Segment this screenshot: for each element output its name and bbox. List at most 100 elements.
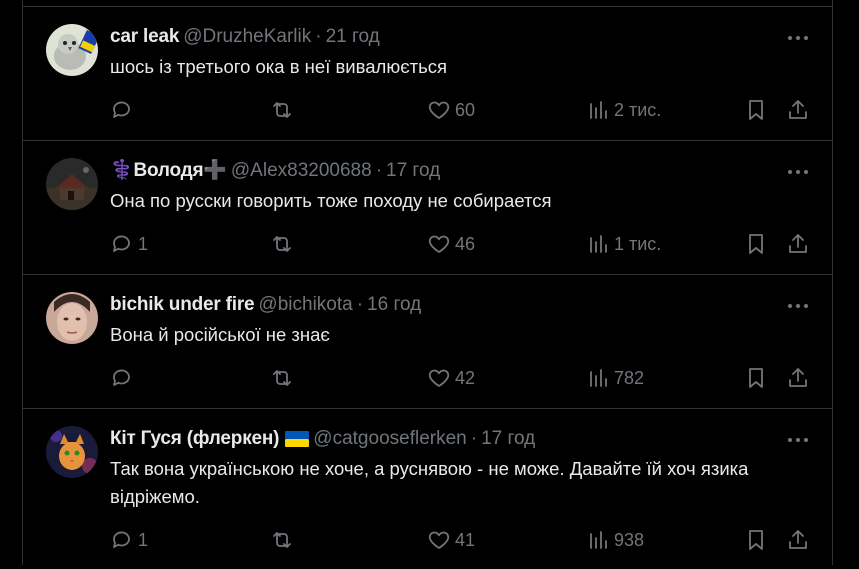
more-options-icon[interactable]	[785, 29, 811, 47]
post-header: ⚕️Володя➕ @Alex83200688 · 17 год	[110, 159, 440, 183]
repost-button[interactable]	[270, 366, 298, 390]
post[interactable]: Кіт Гуся (флеркен) @catgooseflerken · 17 го…	[23, 409, 832, 569]
bookmark-icon	[749, 234, 763, 254]
display-name[interactable]: ⚕️Володя➕	[110, 160, 227, 181]
view-count: 1 тис.	[614, 233, 662, 254]
repost-icon	[273, 102, 291, 118]
post-text: Она по русски говорить тоже походу не со…	[110, 190, 552, 211]
repost-icon	[273, 370, 291, 386]
like-button[interactable]: 41	[427, 528, 475, 552]
repost-icon	[273, 532, 291, 548]
more-options-icon[interactable]	[785, 163, 811, 181]
post[interactable]: car leak @DruzheKarlik · 21 год шось із тре…	[23, 7, 832, 141]
ukraine-flag-icon	[285, 430, 310, 447]
post[interactable]: ⚕️Володя➕ @Alex83200688 · 17 год Она по рус…	[23, 141, 832, 275]
user-handle[interactable]: @Alex83200688	[231, 160, 372, 181]
share-button[interactable]	[786, 232, 810, 256]
view-count: 938	[614, 529, 645, 550]
repost-button[interactable]	[270, 232, 298, 256]
views-button[interactable]: 782	[586, 366, 644, 390]
action-bar: 1 46 1 тис.	[110, 232, 810, 256]
bookmark-button[interactable]	[744, 98, 768, 122]
bookmark-button[interactable]	[744, 366, 768, 390]
like-count: 46	[455, 233, 476, 254]
bookmark-button[interactable]	[744, 232, 768, 256]
reply-button[interactable]: 1	[110, 528, 148, 552]
heart-icon	[428, 531, 450, 549]
reply-thread: car leak @DruzheKarlik · 21 год шось із тре…	[22, 0, 833, 565]
timestamp[interactable]: 17 год	[386, 160, 440, 181]
post-text: Вона й російської не знає	[110, 324, 330, 345]
views-button[interactable]: 2 тис.	[586, 98, 661, 122]
views-button[interactable]: 1 тис.	[586, 232, 661, 256]
share-button[interactable]	[786, 98, 810, 122]
heart-icon	[428, 101, 450, 119]
bookmark-icon	[749, 100, 763, 120]
reply-icon	[113, 369, 130, 386]
repost-icon	[273, 236, 291, 252]
display-name[interactable]: car leak	[110, 26, 179, 47]
reply-count: 1	[138, 233, 149, 254]
action-bar: 60 2 тис.	[110, 98, 810, 122]
post-text: Так вона українською не хоче, а руснявою…	[110, 458, 749, 507]
separator-dot: ·	[470, 428, 478, 449]
views-icon	[590, 101, 607, 119]
display-name[interactable]: bichik under fire	[110, 294, 255, 315]
view-count: 782	[614, 367, 645, 388]
reply-button[interactable]	[110, 366, 138, 390]
bookmark-icon	[749, 368, 763, 388]
timestamp[interactable]: 16 год	[367, 294, 421, 315]
views-icon	[590, 369, 607, 387]
separator-dot: ·	[315, 26, 322, 47]
views-icon	[590, 531, 607, 549]
bookmark-button[interactable]	[744, 528, 768, 552]
avatar[interactable]	[46, 292, 98, 344]
like-count: 42	[455, 367, 476, 388]
reply-button[interactable]	[110, 98, 138, 122]
display-name[interactable]: Кіт Гуся (флеркен)	[110, 428, 279, 449]
post[interactable]: bichik under fire @bichikota · 16 год Вона …	[23, 275, 832, 409]
more-options-icon[interactable]	[785, 297, 811, 315]
post-header: car leak @DruzheKarlik · 21 год	[110, 25, 380, 49]
separator-dot: ·	[375, 160, 383, 181]
action-bar: 42 782	[110, 366, 810, 390]
timestamp[interactable]: 21 год	[326, 26, 380, 47]
views-icon	[590, 235, 607, 253]
bookmark-icon	[749, 530, 763, 550]
post-header: bichik under fire @bichikota · 16 год	[110, 293, 421, 317]
repost-button[interactable]	[270, 98, 298, 122]
views-button[interactable]: 938	[586, 528, 644, 552]
repost-button[interactable]	[270, 528, 298, 552]
like-count: 60	[455, 99, 476, 120]
share-button[interactable]	[786, 366, 810, 390]
share-button[interactable]	[786, 528, 810, 552]
share-icon	[789, 234, 807, 253]
post-text: шось із третього ока в неї вивалюється	[110, 56, 448, 77]
avatar[interactable]	[46, 158, 98, 210]
avatar[interactable]	[46, 24, 98, 76]
like-button[interactable]: 60	[427, 98, 475, 122]
separator-dot: ·	[356, 294, 364, 315]
reply-button[interactable]: 1	[110, 232, 148, 256]
user-handle[interactable]: @catgooseflerken	[313, 428, 466, 449]
heart-icon	[428, 235, 450, 253]
reply-icon	[113, 101, 130, 118]
reply-icon	[113, 531, 130, 548]
timestamp[interactable]: 17 год	[481, 428, 535, 449]
heart-icon	[428, 369, 450, 387]
view-count: 2 тис.	[614, 99, 662, 120]
post-header: Кіт Гуся (флеркен) @catgooseflerken · 17 го…	[110, 427, 535, 451]
like-count: 41	[455, 529, 476, 550]
more-options-icon[interactable]	[785, 431, 811, 449]
user-handle[interactable]: @DruzheKarlik	[183, 26, 311, 47]
share-icon	[789, 368, 807, 387]
share-icon	[789, 530, 807, 549]
share-icon	[789, 100, 807, 119]
user-handle[interactable]: @bichikota	[258, 294, 352, 315]
like-button[interactable]: 46	[427, 232, 475, 256]
action-bar: 1 41 938	[110, 528, 810, 552]
reply-count: 1	[138, 529, 149, 550]
avatar[interactable]	[46, 426, 98, 478]
reply-icon	[113, 235, 130, 252]
like-button[interactable]: 42	[427, 366, 475, 390]
